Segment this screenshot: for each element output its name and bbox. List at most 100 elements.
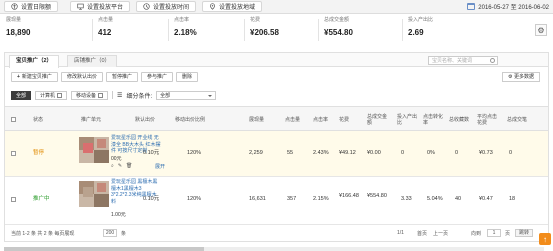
set-time-button[interactable]: 设置投放时间: [136, 1, 197, 12]
search-input[interactable]: 宝贝名称、关键词: [428, 56, 498, 65]
table-row[interactable]: 推广中 爱玩星乐园 黑檀木黑檀木1黑檀木3 3*2.2*2.3米纯黑檀木料 1.…: [5, 177, 548, 225]
trash-icon[interactable]: 🗑: [126, 163, 132, 169]
new-promotion-button[interactable]: + 新建宝贝推广: [11, 72, 58, 82]
mobile-ratio-value[interactable]: 120%: [187, 150, 201, 157]
horizontal-scrollbar[interactable]: [4, 247, 544, 251]
filter-mobile-button[interactable]: 移动设备: [71, 90, 109, 100]
bid-value[interactable]: 0.10元: [143, 196, 159, 203]
set-daily-limit-button[interactable]: 设置日限额: [4, 1, 59, 12]
search-icon[interactable]: [490, 58, 495, 63]
th-total-sales[interactable]: 总成交金额: [367, 107, 389, 132]
join-button[interactable]: 参与推广: [140, 72, 173, 82]
th-impressions[interactable]: 展现量: [249, 107, 264, 132]
date-range-text: 2016-05-27 至 2016-06-02: [478, 5, 549, 11]
th-orders[interactable]: 总成交笔: [507, 107, 529, 132]
stat-total-sales: 总成交金额 ¥554.80: [322, 17, 353, 44]
set-daily-limit-label: 设置日限额: [21, 5, 52, 11]
divider: [244, 19, 245, 41]
page-info: 1/1: [397, 230, 404, 236]
impressions-value: 2,259: [249, 150, 263, 156]
th-roi[interactable]: 投入产出比: [397, 107, 417, 132]
back-to-top-icon[interactable]: ↑: [539, 233, 551, 245]
delete-button[interactable]: 删除: [175, 72, 198, 82]
prev-page-link[interactable]: 上一页: [433, 230, 448, 237]
tab-bar: 宝贝推广（2） 店铺推广（0） 宝贝名称、关键词: [5, 53, 548, 68]
promotion-panel: 宝贝推广（2） 店铺推广（0） 宝贝名称、关键词 + 新建宝贝推广 修改默认出价 …: [4, 52, 549, 242]
select-all-checkbox[interactable]: [11, 117, 16, 122]
new-promotion-label: 新建宝贝推广: [21, 74, 52, 80]
settings-gear-icon[interactable]: ⚙: [535, 24, 547, 36]
stat-value: 412: [98, 28, 112, 37]
budget-icon: [11, 3, 18, 10]
goto-label: 向到: [471, 231, 482, 237]
divider: [318, 19, 319, 41]
status-badge: 暂停: [33, 150, 45, 156]
bid-value[interactable]: 0.10元: [143, 150, 159, 157]
page-input[interactable]: 1: [487, 229, 501, 237]
scrollbar-thumb[interactable]: [4, 247, 204, 251]
go-button[interactable]: 跳转: [515, 229, 534, 237]
ad-price: 1.00元: [111, 212, 126, 218]
th-bid[interactable]: 默认出价: [135, 107, 161, 132]
cvr-value: 0%: [427, 150, 435, 156]
favorites-value: 40: [455, 196, 462, 202]
status-badge: 推广中: [33, 196, 50, 202]
th-unit[interactable]: 推广单元: [81, 107, 101, 132]
th-avg-cpc[interactable]: 平均点击花费: [477, 107, 499, 132]
th-ctr[interactable]: 点击率: [313, 107, 328, 132]
row-checkbox[interactable]: [11, 151, 16, 156]
stat-label: 点击量: [98, 17, 114, 23]
more-data-button[interactable]: ⚙ 更多数据: [502, 72, 540, 82]
pause-button[interactable]: 暂停推广: [105, 72, 138, 82]
th-clicks[interactable]: 点击量: [285, 107, 300, 132]
filter-icon: ☰: [117, 92, 123, 99]
set-platform-button[interactable]: 设置投放平台: [70, 1, 131, 12]
filter-computer-label: 计算机: [40, 92, 56, 99]
calendar-icon: [467, 3, 476, 10]
set-region-label: 设置投放地域: [219, 5, 256, 11]
product-thumbnail[interactable]: [79, 137, 109, 163]
th-favorites[interactable]: 总收藏数: [449, 107, 469, 132]
edit-icon[interactable]: ✎: [118, 163, 122, 169]
stat-roi: 投入产出比 2.69: [406, 17, 433, 44]
stat-impressions: 展现量 18,890: [4, 17, 30, 44]
stat-label: 花费: [250, 17, 261, 23]
expand-link[interactable]: 展开: [155, 163, 165, 170]
first-page-link[interactable]: 首页: [417, 230, 427, 237]
per-page-input[interactable]: 200: [103, 229, 117, 237]
filter-condition-label: 细分条件:: [126, 93, 153, 100]
stat-label: 展现量: [6, 17, 22, 23]
total-sales-value: ¥0.00: [367, 150, 381, 156]
filter-all-button[interactable]: 全部: [11, 90, 32, 100]
clicks-value: 357: [287, 196, 297, 202]
table-row[interactable]: 暂停 爱玩星乐园 开业线 无漆全 BB大木头 红木摆件 可按尺寸定制 00元 ⌕…: [5, 131, 548, 177]
action-bar: + 新建宝贝推广 修改默认出价 暂停推广 参与推广 删除: [11, 72, 198, 82]
plus-icon: +: [17, 74, 20, 80]
filter-computer-button[interactable]: 计算机: [35, 90, 68, 100]
stat-clicks: 点击量 412: [96, 17, 113, 44]
row-checkbox[interactable]: [11, 197, 16, 202]
th-cvr[interactable]: 点击转化率: [423, 107, 443, 132]
modify-bid-button[interactable]: 修改默认出价: [60, 72, 103, 82]
mobile-ratio-value[interactable]: 120%: [187, 196, 201, 203]
cost-value: ¥166.48: [339, 193, 359, 199]
th-cost[interactable]: 花费: [339, 107, 349, 132]
th-mobile-ratio[interactable]: 移动出价比例: [175, 107, 219, 132]
product-thumbnail[interactable]: [79, 181, 109, 207]
cost-value: ¥49.12: [339, 150, 356, 156]
roi-value: 3.33: [401, 196, 412, 202]
filter-condition-select[interactable]: 全部: [156, 90, 217, 100]
orders-value: 0: [509, 150, 513, 156]
tab-shop-promotion[interactable]: 店铺推广（0）: [67, 55, 118, 67]
date-range-picker[interactable]: 2016-05-27 至 2016-06-02: [467, 1, 549, 12]
search-icon[interactable]: ⌕: [111, 163, 114, 169]
ad-price: 00元: [111, 156, 122, 162]
per-page-unit: 条: [121, 231, 127, 237]
stat-value: 2.18%: [174, 28, 197, 37]
divider: [92, 19, 93, 41]
tab-product-promotion[interactable]: 宝贝推广（2）: [9, 55, 60, 68]
set-region-button[interactable]: 设置投放地域: [202, 1, 263, 12]
pagination-bar: 当前 1-2 条 共 2 条 每页展现 200 条 1/1 首页 上一页 向到 …: [5, 227, 548, 241]
th-status[interactable]: 状态: [33, 107, 43, 132]
stats-summary: 展现量 18,890 点击量 412 点击率 2.18% 花费 ¥206.58 …: [0, 17, 553, 44]
